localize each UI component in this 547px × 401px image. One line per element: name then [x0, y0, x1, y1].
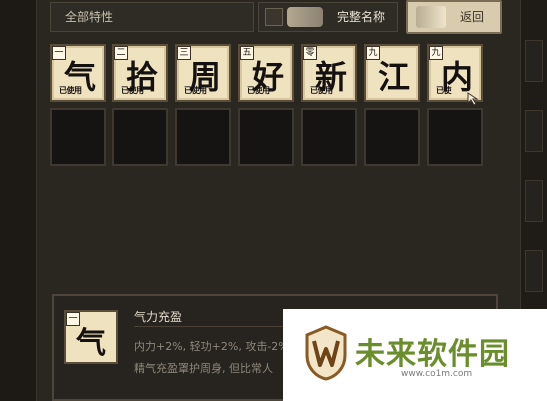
card-used-label: 已使用 [59, 86, 82, 95]
trait-filter-dropdown[interactable]: 全部特性 [50, 2, 254, 32]
card-used-label: 已使用 [247, 86, 270, 95]
top-bar: 全部特性 完整名称 返回 [50, 0, 502, 34]
full-name-checkbox[interactable] [265, 8, 283, 26]
rail-tab[interactable] [525, 250, 543, 292]
return-art-icon [416, 6, 446, 28]
full-name-label: 完整名称 [337, 10, 386, 24]
empty-trait-slot[interactable] [175, 108, 231, 166]
watermark-url: www.co1m.com [401, 369, 473, 379]
empty-trait-slot[interactable] [112, 108, 168, 166]
trait-card[interactable]: 五 好 已使用 [238, 44, 294, 102]
card-used-label: 已使用 [121, 86, 144, 95]
empty-trait-slot[interactable] [50, 108, 106, 166]
left-rail [0, 0, 37, 401]
trait-card[interactable]: 九 江 [364, 44, 420, 102]
watermark: 未来软件园 www.co1m.com [283, 309, 547, 401]
return-button[interactable]: 返回 [406, 0, 502, 34]
return-label: 返回 [460, 10, 485, 24]
rail-tab[interactable] [525, 40, 543, 82]
card-used-label: 已使用 [310, 86, 333, 95]
watermark-title: 未来软件园 [355, 337, 510, 372]
shield-logo-icon [305, 325, 347, 381]
cursor-icon [467, 92, 478, 106]
detail-trait-card: 一 气 [64, 310, 118, 364]
trait-card[interactable]: 二 拾 已使用 [112, 44, 168, 102]
card-character: 江 [377, 58, 410, 96]
empty-trait-slot[interactable] [301, 108, 357, 166]
trait-card[interactable]: 零 新 已使用 [301, 44, 357, 102]
card-used-label: 已使用 [184, 86, 207, 95]
card-character: 气 [76, 326, 106, 361]
trait-description-line: 精气充盈罩护周身, 但比常人 [134, 362, 273, 375]
toggle-art-icon [287, 7, 323, 27]
rail-tab[interactable] [525, 180, 543, 222]
full-name-toggle[interactable]: 完整名称 [258, 2, 398, 32]
empty-trait-slot[interactable] [427, 108, 483, 166]
rail-tab[interactable] [525, 110, 543, 152]
trait-card[interactable]: 一 气 已使用 [50, 44, 106, 102]
trait-name: 气力充盈 [134, 310, 183, 324]
empty-trait-slot[interactable] [364, 108, 420, 166]
empty-trait-slot[interactable] [238, 108, 294, 166]
trait-card[interactable]: 三 周 已使用 [175, 44, 231, 102]
trait-effect-line: 内力+2%, 轻功+2%, 攻击-2% [134, 340, 289, 353]
card-used-label: 已使 [436, 86, 452, 95]
